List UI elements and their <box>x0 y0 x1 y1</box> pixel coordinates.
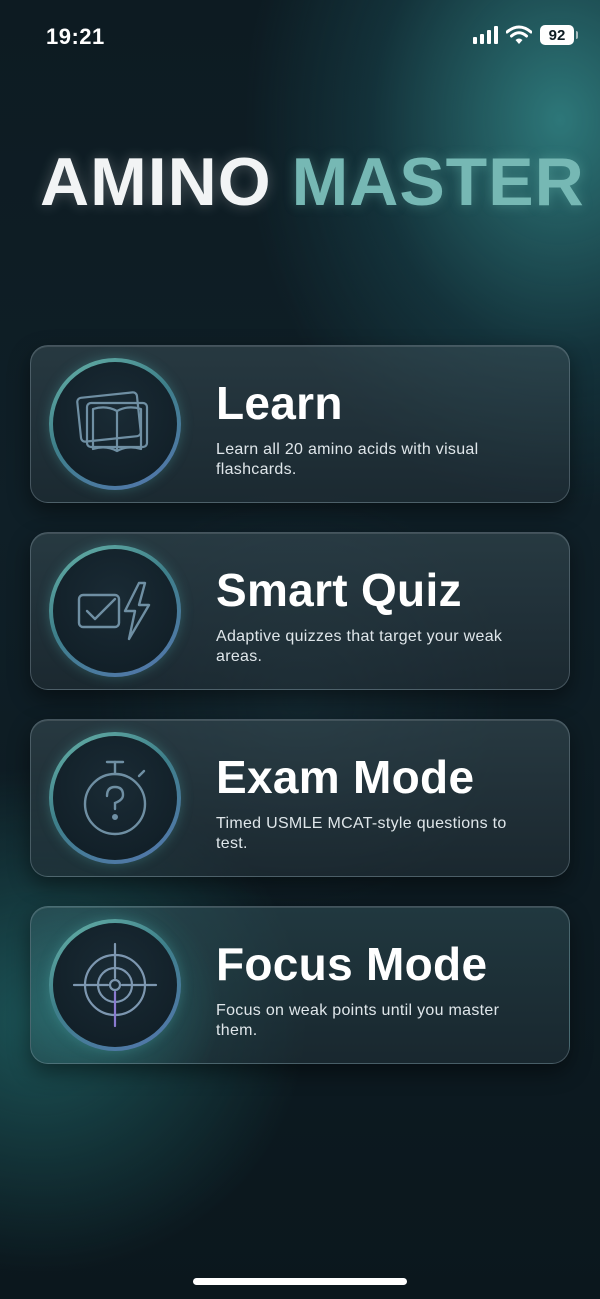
smart-quiz-icon-ring <box>49 545 181 677</box>
app-title-word-2: MASTER <box>291 144 585 220</box>
focus-mode-card[interactable]: Focus Mode Focus on weak points until yo… <box>30 906 570 1064</box>
stopwatch-question-icon <box>83 760 147 836</box>
flashcards-book-icon <box>76 391 149 453</box>
learn-icon-ring <box>49 358 181 490</box>
exam-mode-description: Timed USMLE MCAT-style questions to test… <box>216 815 507 852</box>
smart-quiz-card[interactable]: Smart Quiz Adaptive quizzes that target … <box>30 532 570 690</box>
mode-list: Learn Learn all 20 amino acids with visu… <box>30 345 570 1093</box>
battery-icon: 92 <box>540 25 578 45</box>
exam-mode-title: Exam Mode <box>216 751 475 803</box>
focus-mode-icon-ring <box>49 919 181 1051</box>
target-crosshair-icon <box>72 942 158 1028</box>
focus-mode-title: Focus Mode <box>216 938 488 990</box>
signal-icon <box>473 26 498 44</box>
status-icons: 92 <box>473 25 578 45</box>
smart-quiz-description: Adaptive quizzes that target your weak a… <box>216 628 503 665</box>
exam-mode-icon-ring <box>49 732 181 864</box>
quiz-check-lightning-icon <box>77 581 151 641</box>
learn-title: Learn <box>216 377 343 429</box>
status-time: 19:21 <box>46 24 105 49</box>
status-bar: 19:21 92 <box>0 0 600 72</box>
wifi-icon <box>506 25 532 44</box>
app-title-word-1: AMINO <box>40 144 272 220</box>
focus-mode-description: Focus on weak points until you master th… <box>216 1002 500 1039</box>
app-title: AMINO MASTER <box>40 148 600 216</box>
exam-mode-card[interactable]: Exam Mode Timed USMLE MCAT-style questio… <box>30 719 570 877</box>
home-indicator[interactable] <box>193 1278 407 1285</box>
learn-card[interactable]: Learn Learn all 20 amino acids with visu… <box>30 345 570 503</box>
learn-description: Learn all 20 amino acids with visual fla… <box>216 441 479 478</box>
smart-quiz-title: Smart Quiz <box>216 564 462 616</box>
